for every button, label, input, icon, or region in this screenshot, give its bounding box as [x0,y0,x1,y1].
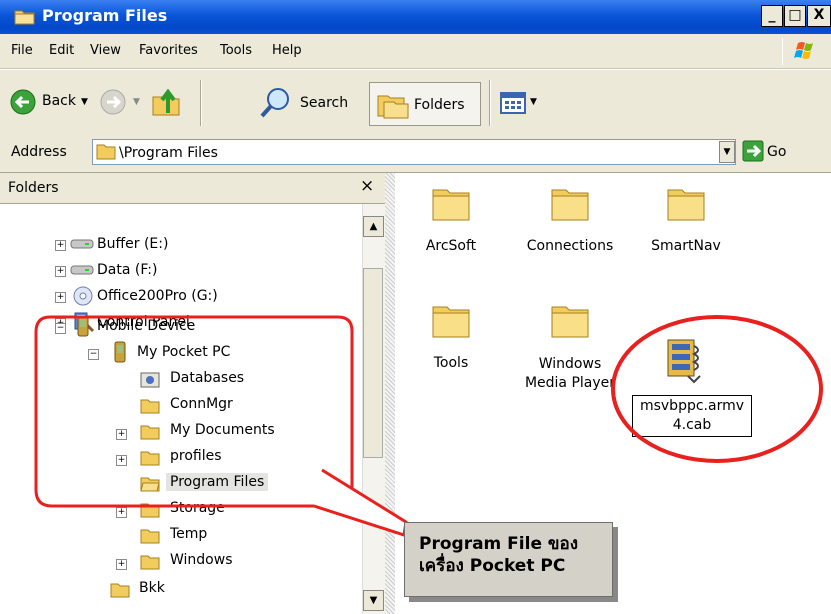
up-folder-icon[interactable] [150,85,184,119]
tree-expander[interactable]: − [88,349,99,360]
folder-tools[interactable]: Tools [405,355,497,371]
maximize-button[interactable]: □ [784,5,806,27]
tree-expander[interactable]: − [55,323,66,334]
folder-icon[interactable] [429,182,473,224]
minimize-button[interactable]: _ [761,5,783,27]
forward-arrow-icon[interactable] [100,89,126,115]
toolbar-separator [200,80,202,126]
scroll-thumb[interactable] [363,268,383,458]
tree-item-mobile-device[interactable]: Mobile Device [97,318,195,334]
folder-icon [110,583,130,598]
address-value: \Program Files [119,145,218,161]
folder-icon [140,451,160,466]
tree-expander[interactable]: + [55,266,66,277]
tree-item-windows[interactable]: Windows [170,552,233,568]
folders-pane-title: Folders [8,180,59,196]
tree-item-bkk[interactable]: Bkk [139,580,165,596]
database-icon [140,372,160,388]
tree-item-storage[interactable]: Storage [170,500,225,516]
drive-icon [70,265,94,275]
folders-icon [377,95,409,119]
callout-line: เครื่อง Pocket PC [419,556,566,576]
pane-splitter[interactable] [385,173,395,614]
open-folder-icon [140,477,160,492]
folder-icon[interactable] [664,182,708,224]
go-arrow-icon[interactable] [742,140,764,162]
menu-edit[interactable]: Edit [49,43,74,58]
tree-item-office[interactable]: Office200Pro (G:) [97,288,218,304]
tree-item-my-documents[interactable]: My Documents [170,422,275,438]
folder-icon[interactable] [548,299,592,341]
annotation-callout: Program File ของ เครื่อง Pocket PC [404,522,613,597]
back-dropdown-icon[interactable]: ▼ [81,97,88,107]
folder-icon [140,555,160,570]
search-icon[interactable] [258,85,294,121]
folder-icon[interactable] [548,182,592,224]
tree-expander[interactable]: + [55,292,66,303]
window-title: Program Files [42,6,168,25]
folder-windows-media-player[interactable]: Windows Media Player [510,355,630,393]
tree-item-program-files[interactable]: Program Files [166,473,269,491]
folder-icon [140,503,160,518]
folder-icon [14,10,35,25]
tree-expander[interactable]: + [55,240,66,251]
windows-logo-icon [782,38,827,65]
scroll-down-button[interactable]: ▼ [363,590,384,611]
folder-label-line: Media Player [524,375,616,391]
folder-smartnav[interactable]: SmartNav [640,238,732,254]
folder-arcsoft[interactable]: ArcSoft [405,238,497,254]
pocket-pc-icon [114,341,126,363]
folder-label-line: Windows [538,356,602,372]
toolbar-separator [489,80,491,126]
close-button[interactable]: X [807,5,831,27]
folders-button[interactable]: Folders [414,97,465,113]
back-arrow-icon[interactable] [10,89,36,115]
folder-connections[interactable]: Connections [515,238,625,254]
tree-item-profiles[interactable]: profiles [170,448,222,464]
folder-icon[interactable] [429,299,473,341]
tree-expander[interactable]: + [116,455,127,466]
file-label-line: msvbppc.armv [639,398,745,414]
menu-bar [0,34,831,69]
file-label-line: 4.cab [672,417,712,433]
tree-item-connmgr[interactable]: ConnMgr [170,396,233,412]
cd-drive-icon [73,286,93,306]
drive-icon [70,239,94,249]
close-icon[interactable]: × [360,176,374,196]
tree-item-buffer[interactable]: Buffer (E:) [97,236,168,252]
back-button[interactable]: Back [42,93,76,109]
address-dropdown-button[interactable]: ▼ [719,141,735,163]
menu-favorites[interactable]: Favorites [139,43,198,58]
forward-dropdown-icon[interactable]: ▼ [133,97,140,107]
folder-icon [140,425,160,440]
tree-expander[interactable]: + [116,559,127,570]
menu-view[interactable]: View [90,43,121,58]
folder-icon [140,399,160,414]
callout-line: Program File ของ [419,534,579,554]
menu-file[interactable]: File [11,43,33,58]
folder-icon [140,529,160,544]
folder-icon [96,144,116,160]
scroll-up-button[interactable]: ▲ [363,216,384,237]
search-button[interactable]: Search [300,95,348,111]
views-icon[interactable] [500,92,526,114]
address-label: Address [11,144,67,160]
menu-tools[interactable]: Tools [220,43,252,58]
tree-item-my-pocket-pc[interactable]: My Pocket PC [137,344,230,360]
tree-item-databases[interactable]: Databases [170,370,244,386]
tree-item-temp[interactable]: Temp [170,526,207,542]
tree-item-data[interactable]: Data (F:) [97,262,157,278]
views-dropdown-icon[interactable]: ▼ [530,97,537,107]
tree-expander[interactable]: + [116,507,127,518]
go-button[interactable]: Go [767,144,786,160]
tree-expander[interactable]: + [116,429,127,440]
menu-help[interactable]: Help [272,43,302,58]
file-cab-label[interactable]: msvbppc.armv 4.cab [632,395,752,437]
mobile-device-icon [77,315,89,337]
cab-archive-icon[interactable] [666,336,706,386]
